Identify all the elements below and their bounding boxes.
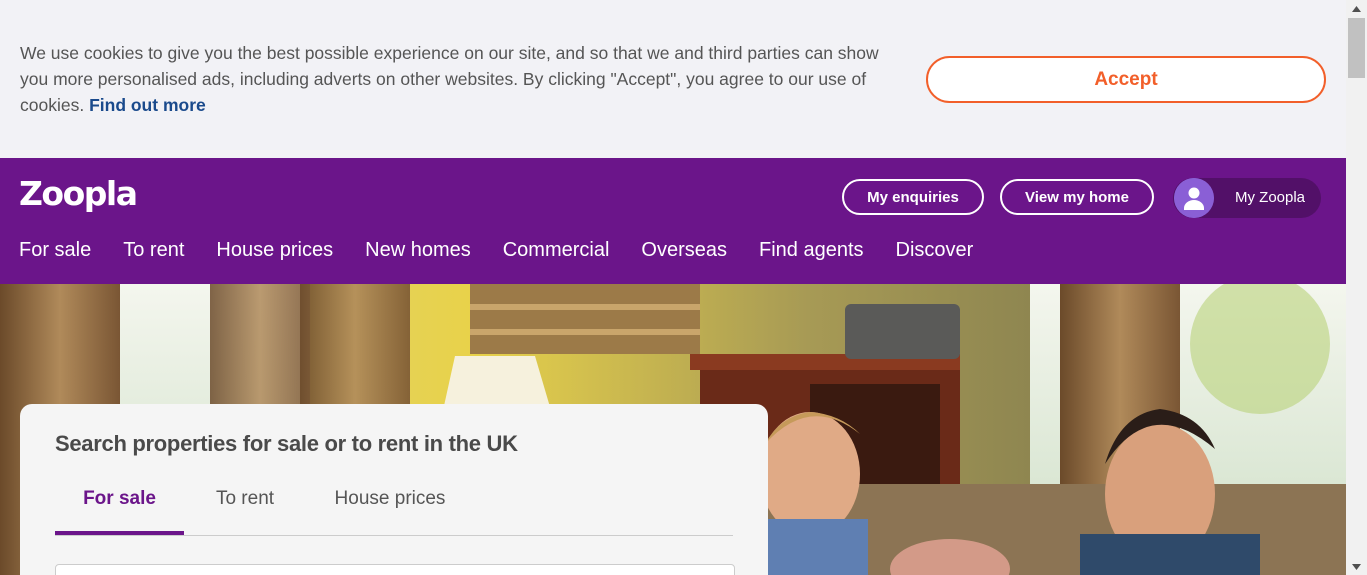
nav-find-agents[interactable]: Find agents [759,239,864,262]
search-card: Search properties for sale or to rent in… [20,404,768,575]
search-tabs: For sale To rent House prices [55,488,733,536]
tab-for-sale[interactable]: For sale [55,488,184,535]
my-enquiries-button[interactable]: My enquiries [842,179,984,215]
nav-new-homes[interactable]: New homes [365,239,471,262]
tab-to-rent[interactable]: To rent [205,488,285,536]
nav-house-prices[interactable]: House prices [216,239,333,262]
scroll-down-arrow-icon[interactable] [1346,558,1367,575]
my-zoopla-button[interactable]: My Zoopla [1173,178,1321,218]
find-out-more-link[interactable]: Find out more [89,95,206,115]
nav-overseas[interactable]: Overseas [641,239,727,262]
nav-for-sale[interactable]: For sale [19,239,91,262]
scroll-up-arrow-icon[interactable] [1346,0,1367,17]
view-my-home-button[interactable]: View my home [1000,179,1154,215]
cookie-message: We use cookies to give you the best poss… [20,40,900,118]
my-zoopla-label: My Zoopla [1235,189,1306,206]
tab-house-prices[interactable]: House prices [325,488,455,536]
nav-discover[interactable]: Discover [896,239,974,262]
zoopla-logo[interactable]: Zoopla [19,174,138,213]
scroll-thumb[interactable] [1348,18,1365,78]
nav-to-rent[interactable]: To rent [123,239,184,262]
nav-commercial[interactable]: Commercial [503,239,610,262]
site-header: Zoopla My enquiries View my home My Zoop… [0,158,1346,284]
search-input[interactable] [55,564,735,575]
main-nav: For sale To rent House prices New homes … [19,239,1005,262]
user-avatar-icon [1174,178,1214,218]
accept-cookies-button[interactable]: Accept [926,56,1326,103]
cookie-banner: We use cookies to give you the best poss… [0,0,1346,158]
page-scrollbar[interactable] [1346,0,1367,575]
search-title: Search properties for sale or to rent in… [55,431,518,456]
